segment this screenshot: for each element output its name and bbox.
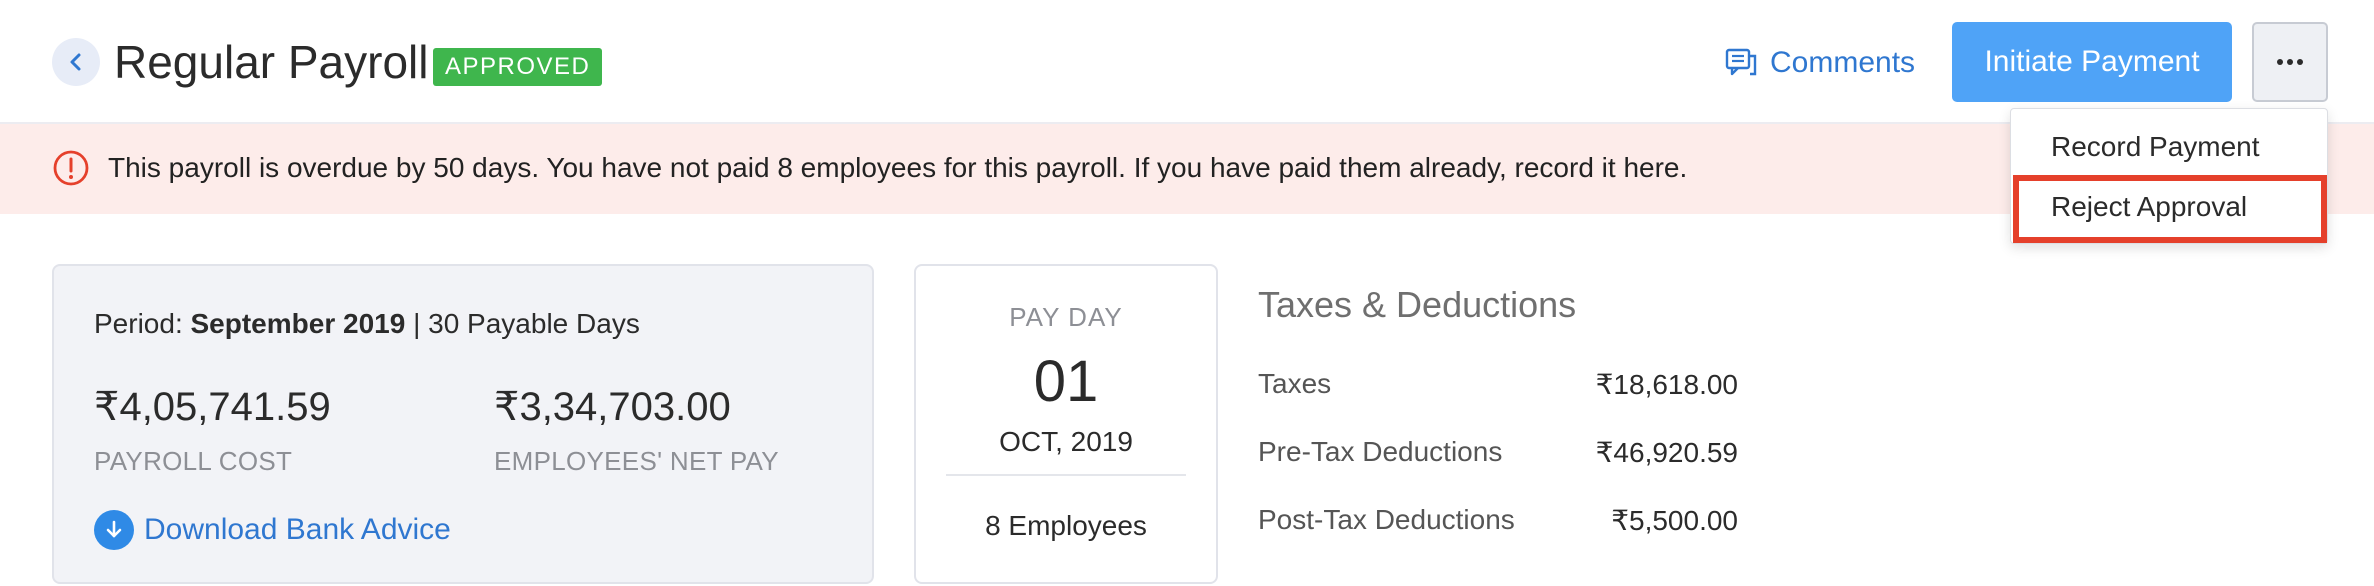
tax-row-value: ₹5,500.00 [1611,505,1738,536]
tax-row: Pre-Tax Deductions ₹46,920.59 [1258,436,1738,476]
download-bank-advice-link[interactable]: Download Bank Advice [94,510,451,550]
status-badge: APPROVED [433,48,603,86]
download-bank-advice-label: Download Bank Advice [144,513,451,546]
chevron-left-icon [70,53,81,71]
payday-employee-count: 8 Employees [985,510,1147,541]
page-title: Regular Payroll [114,36,429,88]
payday-label: PAY DAY [1009,302,1123,332]
payroll-cost-label: PAYROLL COST [94,446,293,476]
period-line: Period: September 2019 | 30 Payable Days [94,308,640,340]
payroll-cost-value: ₹4,05,741.59 [94,385,331,429]
more-actions-button[interactable] [2252,22,2328,102]
alert-message: This payroll is overdue by 50 days. You … [108,152,1688,183]
page-header: Regular Payroll APPROVED Comments Initia… [0,0,2374,124]
tax-row: Post-Tax Deductions ₹5,500.00 [1258,504,1738,544]
more-dots-icon [2277,59,2303,65]
menu-item-record-payment[interactable]: Record Payment [2011,119,2327,175]
payday-divider [946,474,1186,476]
period-value: September 2019 [190,308,406,339]
net-pay-value: ₹3,34,703.00 [494,385,731,429]
more-actions-menu: Record Payment Reject Approval [2010,108,2328,244]
payroll-summary-card: Period: September 2019 | 30 Payable Days… [52,264,874,584]
download-icon [94,510,134,550]
tax-row-value: ₹18,618.00 [1595,369,1738,400]
comments-label: Comments [1770,46,1916,79]
initiate-payment-button[interactable]: Initiate Payment [1952,22,2232,102]
tax-row-value: ₹46,920.59 [1595,437,1738,468]
net-pay-label: EMPLOYEES' NET PAY [494,446,779,476]
tax-row-label: Pre-Tax Deductions [1258,436,1503,467]
payday-day: 01 [1033,349,1099,414]
tax-row-label: Taxes [1258,368,1332,399]
back-button[interactable] [52,38,100,86]
alert-icon [53,150,89,186]
payday-card: PAY DAY 01 OCT, 2019 8 Employees [914,264,1218,584]
tax-row-label: Post-Tax Deductions [1258,504,1515,535]
payday-month-year: OCT, 2019 [999,426,1133,457]
comments-icon [1725,48,1757,76]
taxes-section-title: Taxes & Deductions [1258,284,1577,325]
menu-item-reject-approval[interactable]: Reject Approval [2013,175,2327,243]
comments-link[interactable]: Comments [1724,40,1915,86]
period-prefix: Period: [94,308,183,339]
tax-row: Taxes ₹18,618.00 [1258,368,1738,408]
payable-days: | 30 Payable Days [413,308,640,339]
